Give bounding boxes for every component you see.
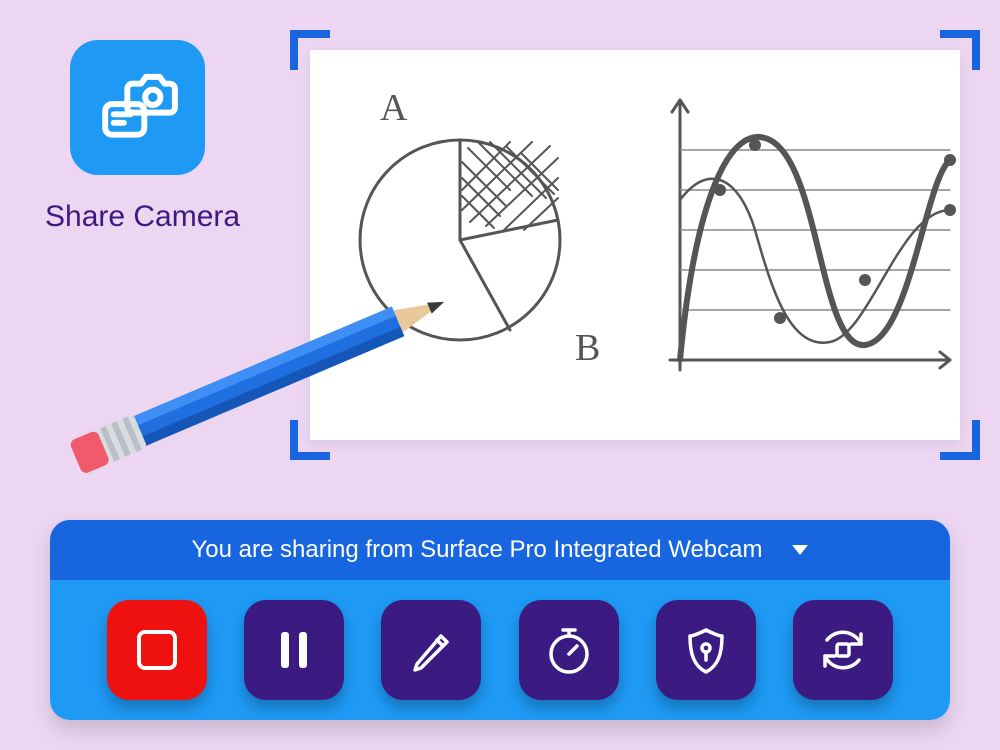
privacy-button[interactable]	[656, 600, 756, 700]
camera-preview-frame: A	[290, 30, 980, 460]
photo-share-icon	[95, 65, 180, 150]
annotate-button[interactable]	[381, 600, 481, 700]
feature-title: Share Camera	[45, 200, 240, 234]
stopwatch-button[interactable]	[519, 600, 619, 700]
stop-icon	[129, 622, 185, 678]
stop-button[interactable]	[107, 600, 207, 700]
stopwatch-icon	[541, 622, 597, 678]
rotate-camera-icon	[815, 622, 871, 678]
pencil-icon	[403, 622, 459, 678]
pause-button[interactable]	[244, 600, 344, 700]
share-camera-app-icon	[70, 40, 205, 175]
shield-lock-icon	[678, 622, 734, 678]
svg-text:B: B	[575, 327, 600, 369]
sharing-control-bar: You are sharing from Surface Pro Integra…	[50, 520, 950, 720]
chevron-down-icon	[792, 545, 808, 555]
svg-text:A: A	[380, 87, 408, 129]
switch-camera-button[interactable]	[793, 600, 893, 700]
status-text: You are sharing from Surface Pro Integra…	[192, 536, 763, 564]
pause-icon	[266, 622, 322, 678]
camera-preview-content: A	[310, 50, 960, 440]
tool-button-row	[50, 580, 950, 720]
camera-source-dropdown[interactable]: You are sharing from Surface Pro Integra…	[50, 520, 950, 580]
hand-drawn-charts-icon: A	[310, 50, 960, 440]
